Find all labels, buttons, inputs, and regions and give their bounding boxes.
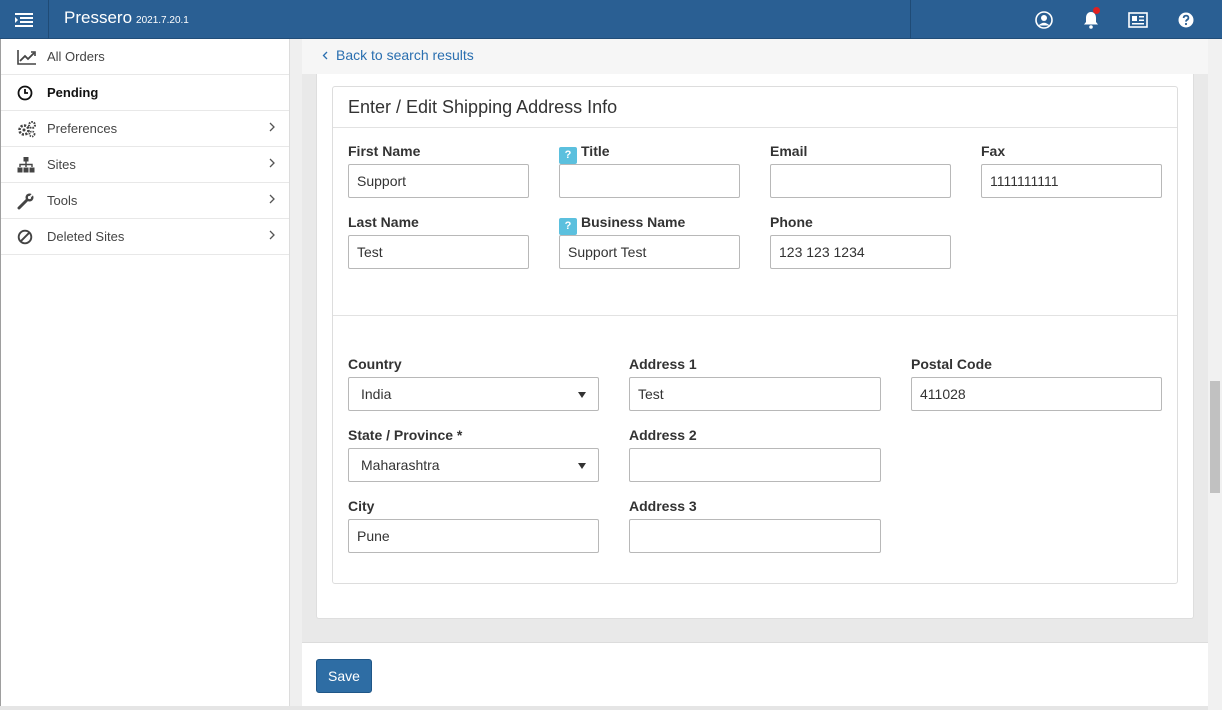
sidebar-item-preferences[interactable]: Preferences: [1, 111, 289, 147]
title-label: ? Title: [559, 143, 610, 164]
chevron-right-icon: [269, 230, 275, 240]
sidebar-item-label: Sites: [47, 157, 76, 172]
first-name-input[interactable]: [348, 164, 529, 198]
divider: [333, 315, 1177, 316]
address3-input[interactable]: [629, 519, 881, 553]
notifications-button[interactable]: [1067, 0, 1114, 39]
sidebar-gutter: [290, 39, 302, 710]
wrench-icon: [17, 192, 39, 210]
sidebar-item-label: Pending: [47, 85, 99, 100]
clock-icon: [17, 84, 39, 102]
sidebar-item-tools[interactable]: Tools: [1, 183, 289, 219]
help-icon: [1178, 12, 1193, 27]
last-name-input[interactable]: [348, 235, 529, 269]
notification-badge: [1093, 7, 1100, 14]
divider: [910, 0, 911, 39]
help-icon[interactable]: ?: [559, 218, 577, 235]
divider: [0, 706, 1222, 710]
postal-code-label: Postal Code: [911, 356, 992, 372]
app-brand: Pressero 2021.7.20.1: [64, 8, 189, 28]
phone-input[interactable]: [770, 235, 951, 269]
user-icon: [1034, 10, 1053, 29]
title-input[interactable]: [559, 164, 740, 198]
country-select[interactable]: India: [348, 377, 599, 411]
sitemap-icon: [17, 156, 39, 174]
business-name-label-text: Business Name: [581, 214, 686, 230]
shipping-address-panel: Enter / Edit Shipping Address Info First…: [332, 86, 1178, 584]
menu-icon: [15, 12, 33, 27]
fax-label: Fax: [981, 143, 1006, 159]
vertical-scrollbar[interactable]: [1208, 39, 1222, 710]
sidebar: All Orders Pending Preferences Sites Too…: [0, 39, 290, 710]
back-to-search-link[interactable]: Back to search results: [322, 47, 474, 63]
help-icon[interactable]: ?: [559, 147, 577, 164]
top-nav-bar: Pressero 2021.7.20.1: [0, 0, 1222, 39]
address2-label: Address 2: [629, 427, 697, 443]
state-select[interactable]: Maharashtra: [348, 448, 599, 482]
gears-icon: [17, 120, 39, 138]
sidebar-item-label: Tools: [47, 193, 78, 208]
news-icon: [1127, 11, 1148, 28]
user-profile-button[interactable]: [1020, 0, 1067, 39]
title-label-text: Title: [581, 143, 610, 159]
address1-label: Address 1: [629, 356, 697, 372]
sidebar-item-label: Preferences: [47, 121, 118, 136]
address3-label: Address 3: [629, 498, 697, 514]
chevron-right-icon: [269, 194, 275, 204]
fax-input[interactable]: [981, 164, 1162, 198]
phone-label: Phone: [770, 214, 813, 230]
sidebar-item-label: All Orders: [47, 49, 105, 64]
chevron-left-icon: [322, 51, 328, 60]
sidebar-item-deleted-sites[interactable]: Deleted Sites: [1, 219, 289, 255]
panel-title: Enter / Edit Shipping Address Info: [348, 97, 618, 117]
state-label: State / Province *: [348, 427, 463, 443]
sidebar-item-label: Deleted Sites: [47, 229, 125, 244]
chevron-right-icon: [269, 122, 275, 132]
city-label: City: [348, 498, 375, 514]
city-input[interactable]: [348, 519, 599, 553]
chart-line-icon: [17, 48, 39, 66]
first-name-label: First Name: [348, 143, 421, 159]
menu-toggle-button[interactable]: [0, 0, 49, 39]
last-name-label: Last Name: [348, 214, 419, 230]
chevron-right-icon: [269, 158, 275, 168]
scrollbar-thumb[interactable]: [1210, 381, 1220, 493]
save-button[interactable]: Save: [316, 659, 372, 693]
divider: [333, 127, 1177, 128]
country-selected-value: India: [361, 386, 392, 402]
email-label: Email: [770, 143, 808, 159]
email-input[interactable]: [770, 164, 951, 198]
business-name-input[interactable]: [559, 235, 740, 269]
app-name: Pressero: [64, 8, 133, 27]
postal-code-input[interactable]: [911, 377, 1162, 411]
form-footer: Save: [302, 642, 1208, 706]
news-button[interactable]: [1114, 0, 1161, 39]
caret-down-icon: [578, 463, 586, 469]
sidebar-item-pending[interactable]: Pending: [1, 75, 289, 111]
back-link-label: Back to search results: [336, 47, 474, 63]
app-version: 2021.7.20.1: [136, 15, 189, 26]
business-name-label: ? Business Name: [559, 214, 685, 235]
ban-icon: [17, 228, 39, 246]
sidebar-item-all-orders[interactable]: All Orders: [1, 39, 289, 75]
breadcrumb: Back to search results: [302, 39, 1208, 74]
address1-input[interactable]: [629, 377, 881, 411]
help-button[interactable]: [1162, 0, 1209, 39]
caret-down-icon: [578, 392, 586, 398]
state-selected-value: Maharashtra: [361, 457, 440, 473]
sidebar-item-sites[interactable]: Sites: [1, 147, 289, 183]
address2-input[interactable]: [629, 448, 881, 482]
country-label: Country: [348, 356, 402, 372]
